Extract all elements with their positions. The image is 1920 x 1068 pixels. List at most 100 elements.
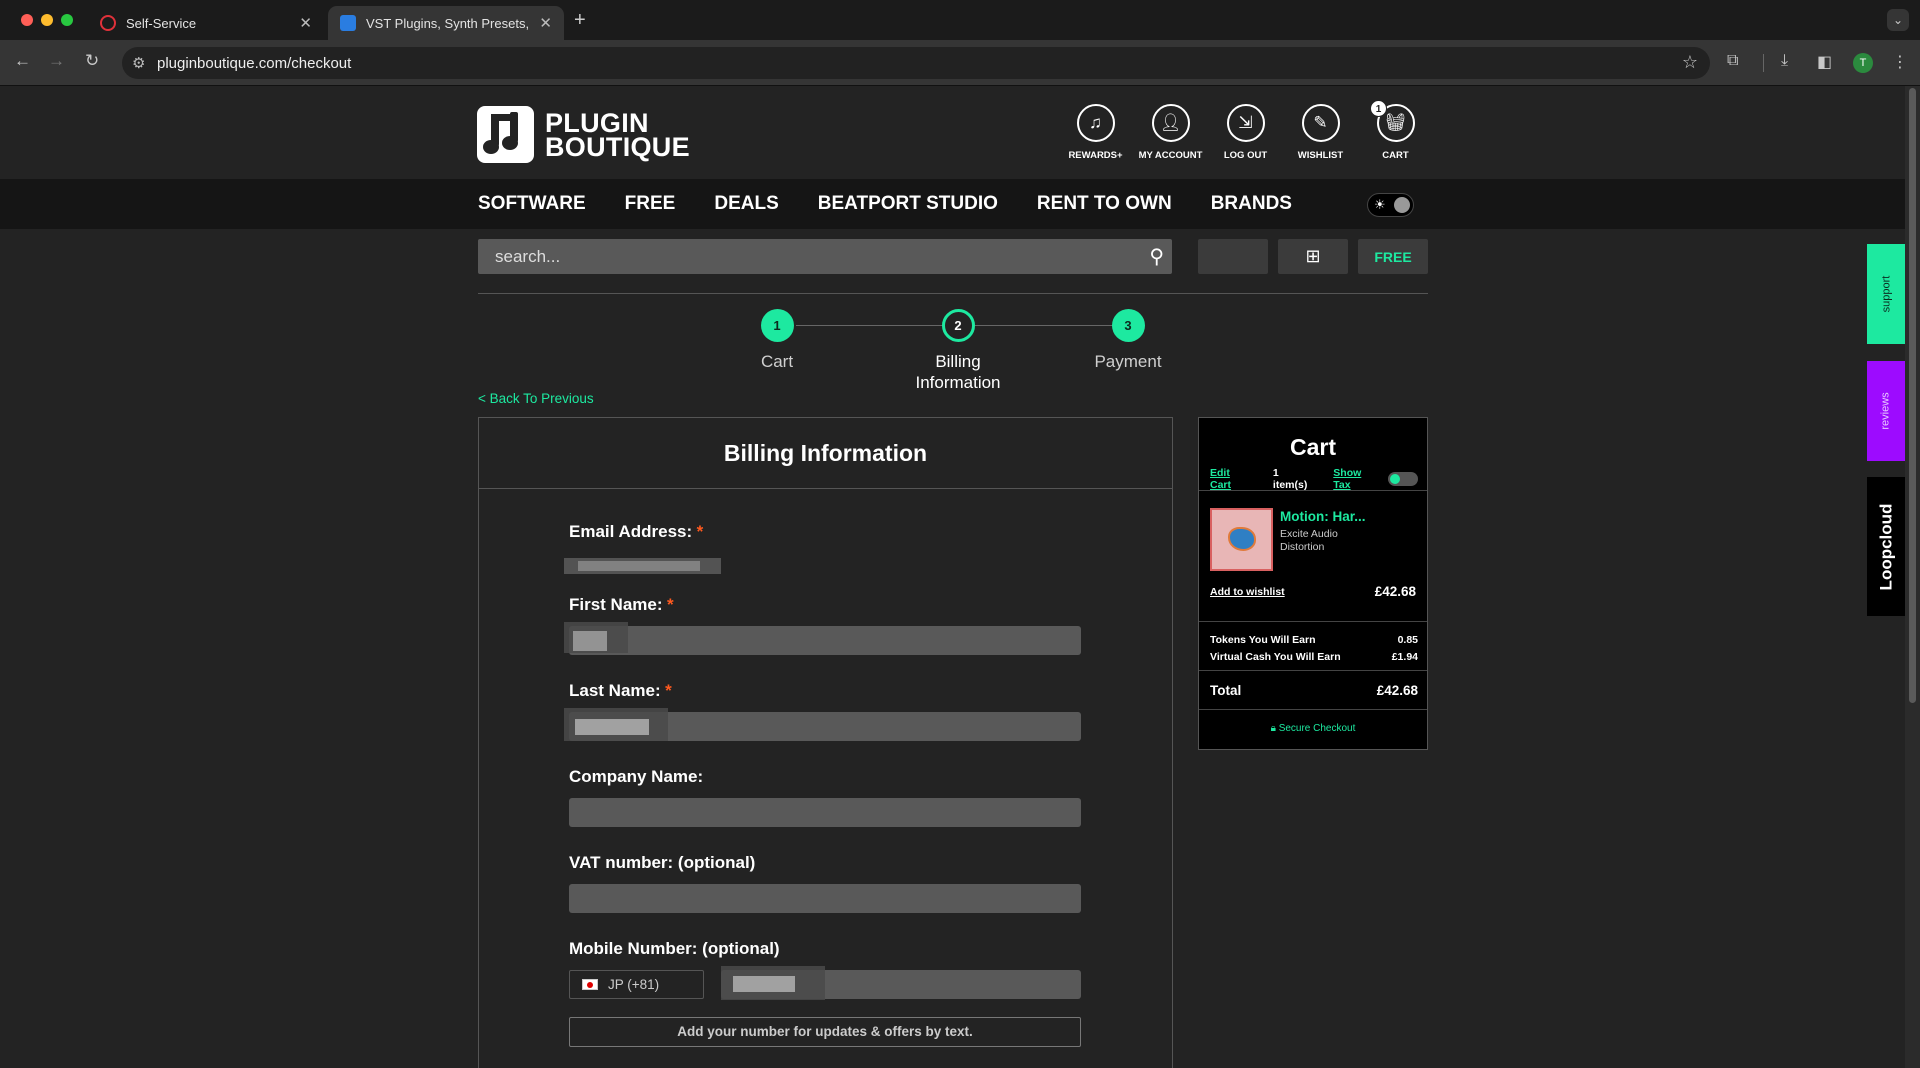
cart-item-count: 1 item(s): [1272, 467, 1308, 491]
cart-title: Cart: [1289, 434, 1336, 460]
scrollbar-thumb[interactable]: [1909, 88, 1916, 703]
lock-icon: 🔒︎: [1270, 723, 1276, 734]
windows-icon: ⊞: [1305, 246, 1321, 266]
music-note-plus-icon: ♫: [1076, 104, 1115, 142]
tab-search-chevron-icon[interactable]: ⌄: [1887, 9, 1909, 31]
last-name-input[interactable]: [564, 708, 1081, 741]
mac-filter-button[interactable]: [1198, 239, 1268, 274]
close-window-button[interactable]: [21, 14, 33, 26]
country-code-select[interactable]: JP (+81): [569, 970, 704, 999]
show-tax-toggle[interactable]: [1387, 472, 1418, 486]
rewards-button[interactable]: ♫ REWARDS+: [1058, 104, 1133, 161]
step-billing: 2 Billing Information: [878, 309, 1038, 393]
mobile-number-input[interactable]: [721, 966, 1081, 1000]
browser-menu-icon[interactable]: ⋮: [1892, 52, 1908, 72]
forward-arrow-icon[interactable]: →: [48, 51, 65, 71]
tab-self-service[interactable]: Self-Service ✕: [88, 6, 324, 40]
reviews-side-tab[interactable]: reviews: [1867, 361, 1905, 461]
wand-icon: ✎: [1301, 104, 1340, 142]
nav-beatport-studio[interactable]: BEATPORT STUDIO: [818, 193, 998, 215]
edit-cart-link[interactable]: Edit Cart: [1210, 467, 1253, 491]
sms-opt-in-note[interactable]: Add your number for updates & offers by …: [569, 1017, 1081, 1047]
page-scrollbar[interactable]: [1905, 86, 1920, 1068]
search-input[interactable]: [478, 239, 1118, 274]
theme-toggle-knob: [1394, 197, 1410, 213]
theme-toggle[interactable]: ☀: [1367, 193, 1414, 217]
step-cart[interactable]: 1 Cart: [697, 309, 857, 372]
windows-filter-button[interactable]: ⊞: [1278, 239, 1348, 274]
toolbar-separator: [1763, 54, 1764, 72]
new-tab-button[interactable]: +: [574, 9, 586, 32]
billing-form: Billing Information Email Address: * Fir…: [478, 417, 1173, 1068]
back-to-previous-link[interactable]: < Back To Previous: [478, 391, 594, 406]
cart-divider: [1199, 621, 1427, 622]
nav-software[interactable]: SOFTWARE: [478, 193, 586, 215]
downloads-icon[interactable]: ⤓: [1781, 52, 1788, 70]
company-name-input[interactable]: [569, 798, 1081, 827]
log-out-button[interactable]: ⇲ LOG OUT: [1208, 104, 1283, 161]
extensions-puzzle-icon[interactable]: ⧉: [1727, 52, 1738, 70]
search-bar: ⚲: [478, 239, 1172, 274]
product-price: £42.68: [1374, 584, 1416, 599]
cart-divider: [1199, 709, 1427, 710]
section-divider: [478, 293, 1428, 294]
logout-icon: ⇲: [1226, 104, 1265, 142]
bookmark-star-icon[interactable]: ☆: [1682, 52, 1698, 73]
cart-summary: Cart Edit Cart 1 item(s) Show Tax Motion…: [1198, 417, 1428, 750]
opera-icon: [100, 15, 116, 31]
free-filter-button[interactable]: FREE: [1358, 239, 1428, 274]
product-thumbnail[interactable]: [1210, 508, 1273, 571]
close-tab-icon[interactable]: ✕: [299, 14, 312, 32]
email-value-redacted[interactable]: [564, 558, 721, 574]
nav-brands[interactable]: BRANDS: [1211, 193, 1292, 215]
reload-icon[interactable]: ↻: [85, 51, 99, 71]
my-account-button[interactable]: 👤︎ MY ACCOUNT: [1133, 104, 1208, 161]
tokens-earn-row: Tokens You Will Earn 0.85: [1210, 634, 1418, 646]
loopcloud-side-tab[interactable]: Loopcloud: [1867, 477, 1905, 616]
maximize-window-button[interactable]: [61, 14, 73, 26]
vat-number-input[interactable]: [569, 884, 1081, 913]
browser-tab-strip: Self-Service ✕ VST Plugins, Synth Preset…: [0, 0, 1920, 40]
cart-divider: [1199, 670, 1427, 671]
support-side-tab[interactable]: support: [1867, 244, 1905, 344]
billing-form-title: Billing Information: [479, 418, 1172, 489]
nav-free[interactable]: FREE: [625, 193, 676, 215]
virtual-cash-earn-row: Virtual Cash You Will Earn £1.94: [1210, 651, 1418, 663]
cart-button[interactable]: 🧺︎ CART 1: [1358, 100, 1433, 161]
close-tab-icon[interactable]: ✕: [539, 14, 552, 32]
tab-plugin-boutique[interactable]: VST Plugins, Synth Presets, E ✕: [328, 6, 564, 40]
side-panel-icon[interactable]: ◧: [1817, 52, 1832, 72]
first-name-field: First Name: *: [564, 595, 1081, 655]
plugin-boutique-logo[interactable]: PLUGIN BOUTIQUE: [477, 106, 690, 163]
wishlist-button[interactable]: ✎ WISHLIST: [1283, 104, 1358, 161]
product-name[interactable]: Motion: Har...: [1280, 509, 1366, 524]
profile-avatar[interactable]: T: [1853, 53, 1873, 73]
first-name-input[interactable]: [564, 622, 1081, 655]
nav-rent-to-own[interactable]: RENT TO OWN: [1037, 193, 1172, 215]
back-arrow-icon[interactable]: ←: [14, 51, 31, 71]
company-name-field: Company Name:: [569, 767, 1081, 827]
show-tax-link[interactable]: Show Tax: [1333, 467, 1380, 491]
product-vendor: Excite Audio Distortion: [1280, 528, 1338, 553]
secure-checkout-note: 🔒︎ Secure Checkout: [1270, 723, 1356, 734]
site-settings-icon[interactable]: ⚙: [132, 54, 145, 72]
add-to-wishlist-link[interactable]: Add to wishlist: [1210, 586, 1285, 598]
search-icon[interactable]: ⚲: [1149, 244, 1164, 269]
site-header: PLUGIN BOUTIQUE ♫ REWARDS+ 👤︎ MY ACCOUNT…: [0, 86, 1905, 179]
header-icons: ♫ REWARDS+ 👤︎ MY ACCOUNT ⇲ LOG OUT ✎ WIS…: [1058, 100, 1433, 161]
japan-flag-icon: [582, 979, 598, 990]
cart-divider: [1199, 490, 1427, 491]
email-field: Email Address: *: [564, 522, 1081, 574]
nav-deals[interactable]: DEALS: [714, 193, 778, 215]
browser-toolbar: ← → ↻ ⚙ pluginboutique.com/checkout ☆ ⧉ …: [0, 40, 1920, 86]
last-name-field: Last Name: *: [564, 681, 1081, 741]
address-bar[interactable]: ⚙ pluginboutique.com/checkout ☆: [122, 47, 1710, 79]
logo-mark-icon: [477, 106, 534, 163]
plugin-boutique-favicon-icon: [340, 15, 356, 31]
cart-count-badge: 1: [1370, 100, 1387, 117]
cart-total-row: Total £42.68: [1210, 683, 1418, 698]
vat-number-field: VAT number: (optional): [569, 853, 1081, 913]
minimize-window-button[interactable]: [41, 14, 53, 26]
main-nav: SOFTWARE FREE DEALS BEATPORT STUDIO RENT…: [0, 179, 1905, 229]
logo-wordmark: PLUGIN BOUTIQUE: [545, 107, 690, 162]
